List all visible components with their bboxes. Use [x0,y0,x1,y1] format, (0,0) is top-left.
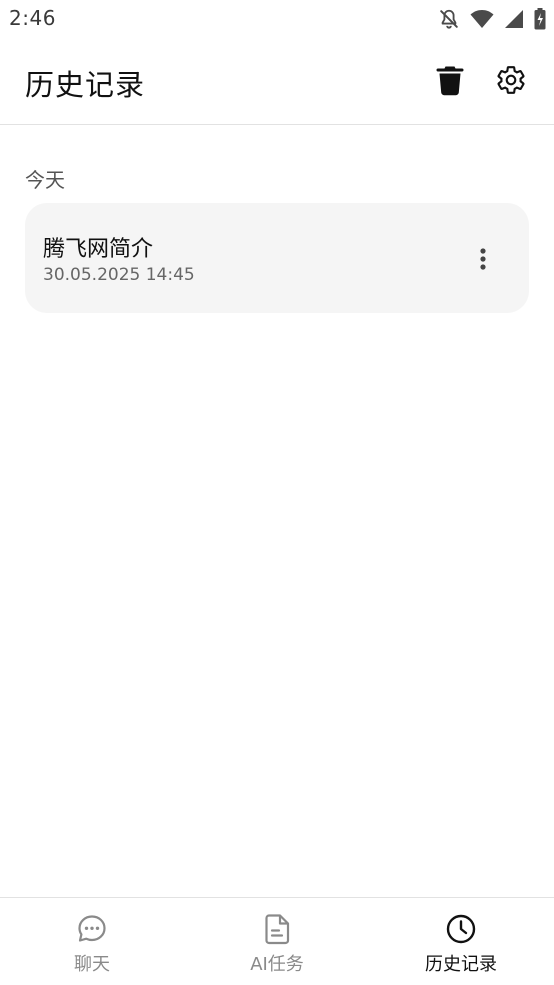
app-bar: 历史记录 [0,38,554,125]
history-item[interactable]: 腾飞网简介 30.05.2025 14:45 [25,203,529,313]
bottom-navigation: 聊天 AI任务 历史记录 [0,897,554,985]
document-icon [260,912,294,946]
nav-item-history[interactable]: 历史记录 [369,898,553,985]
nav-label-history: 历史记录 [425,954,497,975]
more-options-button[interactable] [467,241,499,277]
delete-all-button[interactable] [430,60,470,100]
history-item-timestamp: 30.05.2025 14:45 [43,265,195,285]
page-title: 历史记录 [25,68,146,102]
status-bar: 2:46 [0,0,554,38]
section-header-today: 今天 [25,168,65,192]
history-item-title: 腾飞网简介 [43,237,154,262]
wifi-icon [470,9,494,29]
nav-label-chat: 聊天 [74,954,110,975]
status-icons [438,8,546,30]
more-vertical-icon [480,248,486,270]
status-time: 2:46 [9,6,56,30]
history-screen: 2:46 历史记录 今天 腾飞网简介 30.05.2025 14:45 聊天 A… [0,0,554,985]
notifications-off-icon [438,8,460,30]
settings-button[interactable] [491,60,531,100]
chat-bubble-icon [75,912,109,946]
cell-signal-icon [504,9,524,29]
nav-item-chat[interactable]: 聊天 [0,898,184,985]
trash-icon [436,66,464,96]
clock-icon [444,912,478,946]
nav-item-ai-tasks[interactable]: AI任务 [185,898,369,985]
battery-charging-icon [534,8,546,30]
nav-label-ai-tasks: AI任务 [250,954,304,975]
gear-icon [497,66,525,94]
